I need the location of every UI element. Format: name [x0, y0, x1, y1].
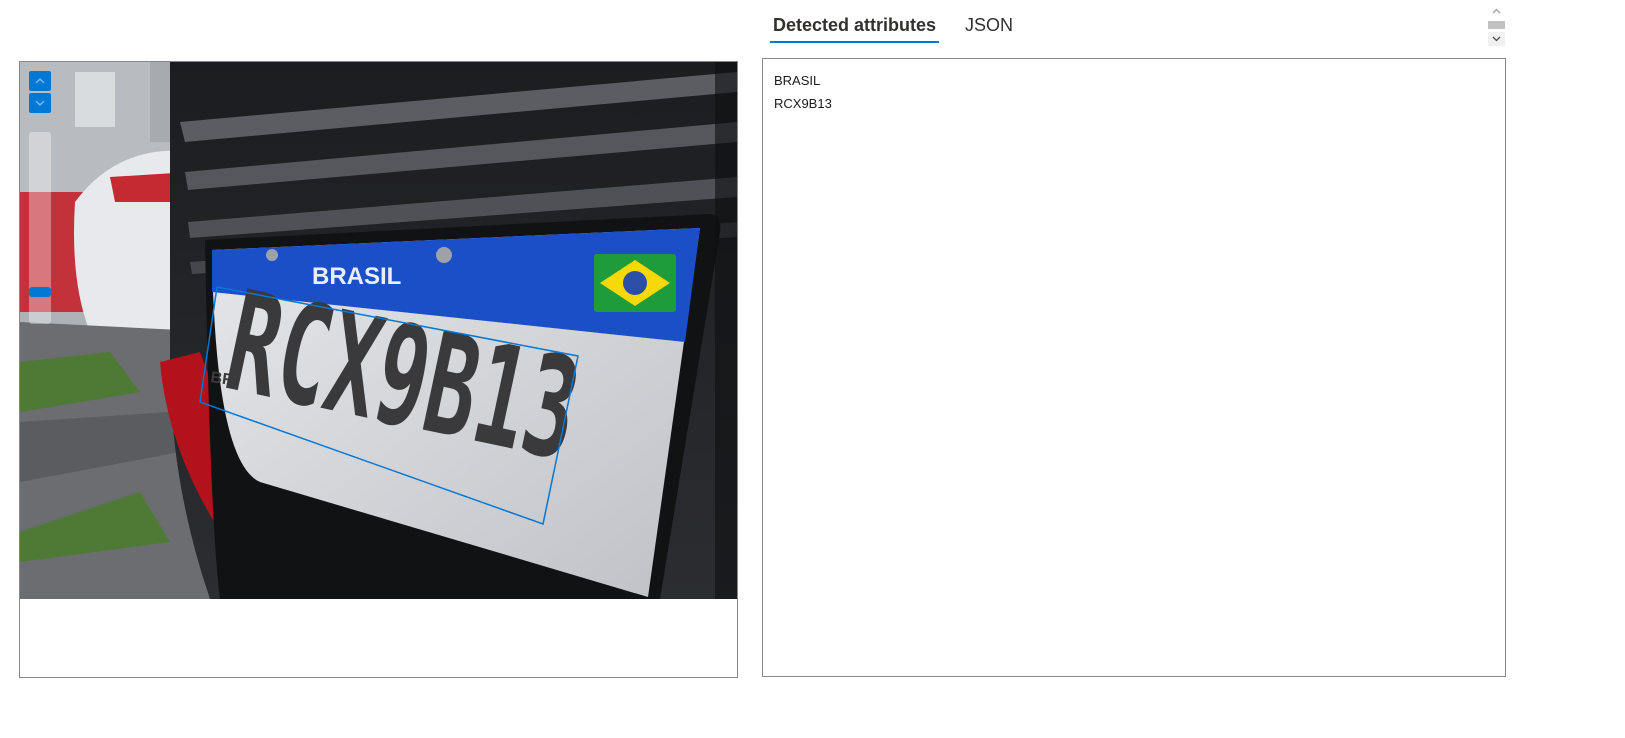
tab-detected-attributes[interactable]: Detected attributes — [770, 12, 940, 43]
detected-attributes-panel: BRASIL RCX9B13 — [762, 58, 1506, 677]
chevron-up-icon — [35, 78, 45, 84]
zoom-slider[interactable] — [29, 132, 51, 324]
analyzed-image: BRASIL BR RCX9B13 — [20, 62, 737, 599]
attribute-line: RCX9B13 — [774, 96, 832, 111]
image-panel: BRASIL BR RCX9B13 — [19, 61, 738, 678]
result-tabs: Detected attributes JSON — [770, 12, 1039, 48]
attribute-line: BRASIL — [774, 73, 821, 88]
zoom-in-button[interactable] — [29, 71, 51, 91]
scroll-down-button[interactable] — [1488, 32, 1505, 46]
scrollbar-thumb[interactable] — [1488, 21, 1505, 29]
chevron-down-icon — [35, 100, 45, 106]
chevron-up-icon — [1492, 8, 1501, 14]
tab-json[interactable]: JSON — [962, 12, 1016, 43]
chevron-down-icon — [1492, 36, 1501, 42]
tabs-scrollbar[interactable] — [1488, 4, 1505, 46]
zoom-out-button[interactable] — [29, 93, 51, 113]
zoom-controls — [29, 71, 51, 115]
scroll-up-button[interactable] — [1488, 4, 1505, 18]
zoom-slider-thumb[interactable] — [29, 286, 51, 297]
